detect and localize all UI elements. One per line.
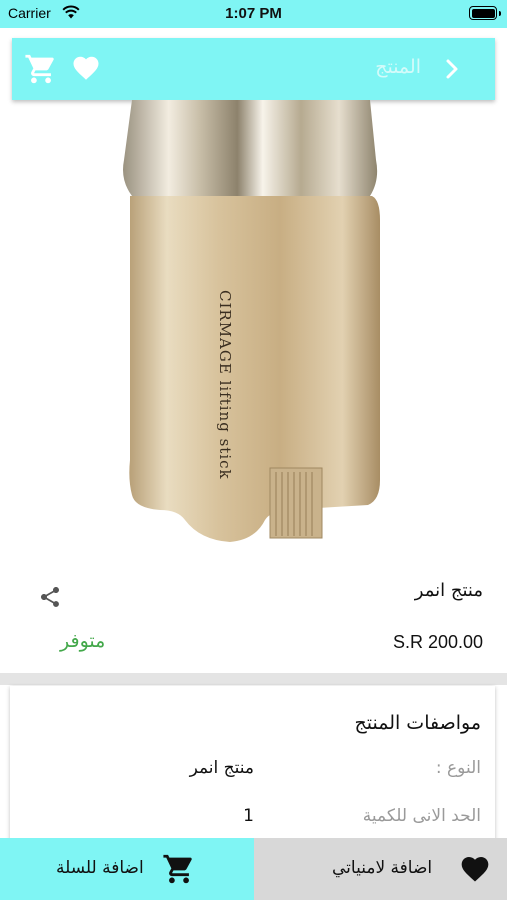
status-bar: Carrier 1:07 PM — [0, 0, 507, 28]
nav-bar: المنتج — [12, 38, 495, 100]
battery-icon — [469, 6, 497, 20]
spec-label-min-quantity: الحد الانى للكمية — [362, 806, 481, 826]
stock-status: متوفر — [60, 630, 106, 652]
product-name: منتج انمر — [414, 580, 483, 601]
spec-value-min-quantity: 1 — [243, 806, 254, 826]
add-to-cart-button[interactable]: اضافة للسلة — [0, 838, 254, 900]
specs-title: مواصفات المنتج — [354, 712, 481, 734]
add-to-wishlist-label: اضافة لامنياتي — [332, 858, 433, 878]
specs-card: مواصفات المنتج النوع : منتج انمر الحد ال… — [10, 686, 495, 856]
bottom-action-bar: اضافة للسلة اضافة لامنياتي — [0, 838, 507, 900]
product-brand-text: CIRMAGE lifting stick — [216, 290, 234, 480]
spec-value-type: منتج انمر — [189, 758, 254, 778]
nav-title: المنتج — [375, 56, 421, 78]
status-time: 1:07 PM — [225, 5, 282, 22]
spec-label-type: النوع : — [435, 758, 481, 778]
share-icon[interactable] — [38, 585, 62, 609]
chevron-right-icon[interactable] — [445, 58, 459, 80]
product-image: CIRMAGE lifting stick — [123, 100, 380, 542]
heart-icon[interactable] — [70, 53, 102, 83]
cart-icon[interactable] — [24, 52, 58, 86]
product-price: S.R 200.00 — [392, 632, 483, 652]
section-divider — [0, 673, 507, 685]
heart-icon — [461, 857, 489, 882]
add-to-wishlist-button[interactable]: اضافة لامنياتي — [254, 838, 507, 900]
add-to-cart-label: اضافة للسلة — [56, 858, 144, 878]
cart-icon — [163, 854, 192, 884]
